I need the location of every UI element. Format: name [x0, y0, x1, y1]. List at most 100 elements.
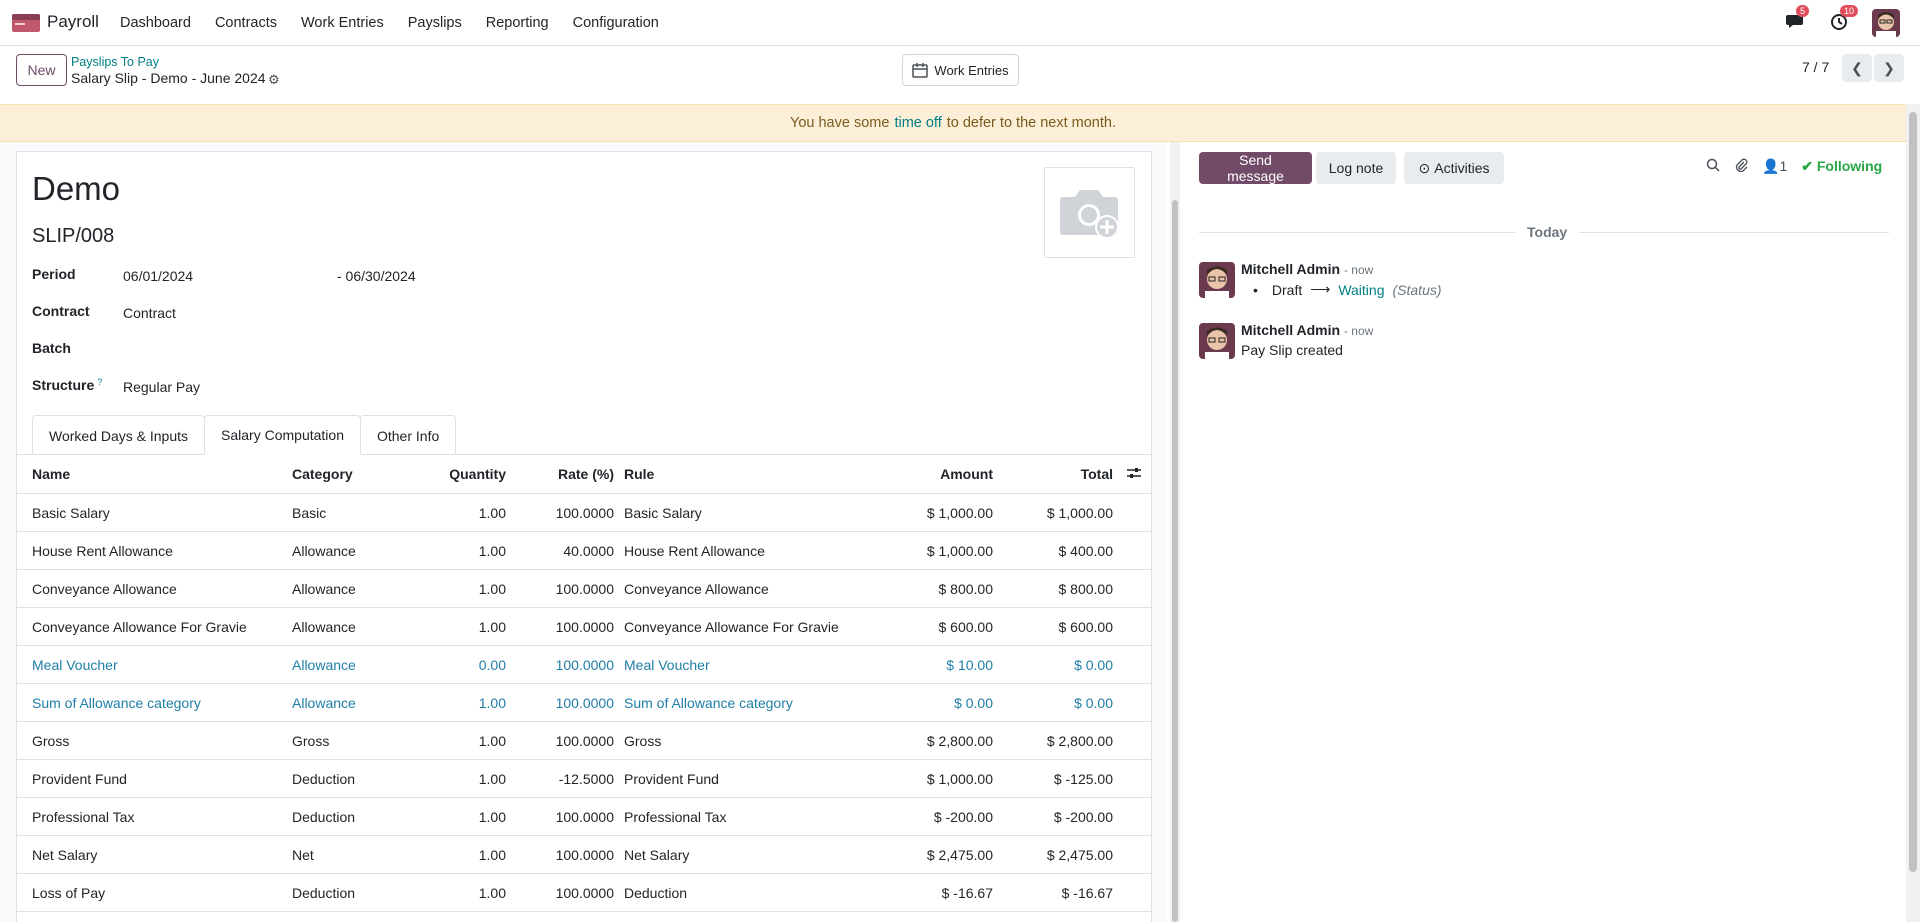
cell-category: Deduction [292, 808, 356, 825]
time-off-link[interactable]: time off [894, 115, 941, 131]
cell-category: Allowance [292, 580, 356, 597]
cell-total: $ 2,475.00 [1046, 846, 1113, 863]
tab-worked-days-inputs[interactable]: Worked Days & Inputs [32, 415, 206, 455]
activities-button[interactable]: ⊙ Activities [1404, 152, 1504, 184]
tab-other-info[interactable]: Other Info [359, 415, 457, 455]
cell-category: Allowance [292, 656, 356, 673]
cell-quantity: 1.00 [478, 504, 506, 521]
table-row[interactable]: House Rent Allowance Allowance 1.00 40.0000… [16, 532, 1151, 570]
cell-category: Basic [292, 504, 327, 521]
contract-field[interactable]: Contract [123, 305, 176, 321]
author-name: Mitchell Admin [1241, 322, 1341, 338]
control-panel: New Payslips To Pay Salary Slip - Demo -… [0, 46, 1920, 104]
cell-quantity: 1.00 [478, 732, 506, 749]
col-category-header[interactable]: Category [292, 466, 353, 482]
cell-name: Provident Fund [32, 770, 127, 787]
messaging-button[interactable]: 5 [1786, 4, 1810, 34]
paperclip-icon[interactable] [1734, 158, 1748, 175]
cell-total: $ 0.00 [1074, 656, 1113, 673]
user-avatar[interactable] [1872, 9, 1900, 37]
cell-rate: 100.0000 [555, 504, 614, 521]
employee-photo[interactable] [1044, 167, 1135, 258]
search-icon[interactable] [1706, 158, 1720, 175]
table-row[interactable]: Gross Gross 1.00 100.0000 Gross $ 2,800.00 $ 2… [16, 722, 1151, 760]
cell-quantity: 1.00 [478, 580, 506, 597]
col-name-header[interactable]: Name [32, 466, 70, 482]
message-author[interactable]: Mitchell Admin - now [1241, 261, 1373, 277]
col-amount-header[interactable]: Amount [940, 466, 993, 482]
pager-previous-button[interactable]: ❮ [1842, 54, 1872, 82]
table-row[interactable]: Professional Tax Deduction 1.00 100.0000 Pro… [16, 798, 1151, 836]
cell-rule: Conveyance Allowance For Gravie [624, 618, 839, 635]
following-label: Following [1816, 158, 1883, 174]
cell-rate: 100.0000 [555, 656, 614, 673]
following-button[interactable]: ✔ Following [1801, 158, 1882, 175]
cell-name: Meal Voucher [32, 656, 118, 673]
activities-button[interactable]: 10 [1830, 4, 1859, 34]
table-body: Basic Salary Basic 1.00 100.0000 Basic Salar… [16, 494, 1151, 912]
menu-dashboard[interactable]: Dashboard [108, 15, 203, 31]
menu-payslips[interactable]: Payslips [396, 15, 474, 31]
cell-category: Deduction [292, 770, 356, 787]
help-tooltip-icon[interactable]: ? [97, 377, 102, 387]
gear-icon[interactable]: ⚙ [268, 72, 280, 88]
col-total-header[interactable]: Total [1081, 466, 1113, 482]
table-row[interactable]: Net Salary Net 1.00 100.0000 Net Salary $ 2,4… [16, 836, 1151, 874]
followers-button[interactable]: 👤1 [1762, 158, 1787, 175]
message-author[interactable]: Mitchell Admin - now [1241, 322, 1373, 338]
menu-contracts[interactable]: Contracts [203, 15, 289, 31]
employee-name[interactable]: Demo [32, 170, 120, 208]
message-avatar[interactable] [1199, 262, 1235, 298]
cell-total: $ 800.00 [1058, 580, 1114, 597]
cell-quantity: 1.00 [478, 618, 506, 635]
message-time: - now [1343, 263, 1374, 277]
main-menu: Dashboard Contracts Work Entries Payslip… [108, 0, 671, 46]
menu-work-entries[interactable]: Work Entries [289, 15, 396, 31]
slip-number[interactable]: SLIP/008 [32, 225, 114, 248]
table-row[interactable]: Provident Fund Deduction 1.00 -12.5000 Provi… [16, 760, 1151, 798]
menu-configuration[interactable]: Configuration [561, 15, 671, 31]
form-scrollbar-thumb[interactable] [1172, 200, 1178, 922]
tab-salary-computation[interactable]: Salary Computation [204, 415, 361, 455]
table-row[interactable]: Loss of Pay Deduction 1.00 100.0000 Deductio… [16, 874, 1151, 912]
cell-amount: $ 1,000.00 [926, 770, 993, 787]
chevron-left-icon: ❮ [1851, 59, 1863, 76]
pager-next-button[interactable]: ❯ [1874, 54, 1904, 82]
menu-reporting[interactable]: Reporting [474, 15, 561, 31]
cell-amount: $ 600.00 [938, 618, 994, 635]
optional-columns-toggle[interactable] [1127, 466, 1141, 482]
period-from-field[interactable]: 06/01/2024 [123, 268, 193, 284]
calendar-icon [912, 63, 929, 78]
table-row[interactable]: Meal Voucher Allowance 0.00 100.0000 Meal Vo… [16, 646, 1151, 684]
col-quantity-header[interactable]: Quantity [449, 466, 506, 482]
col-rule-header[interactable]: Rule [624, 466, 654, 482]
payroll-app-icon[interactable] [12, 14, 40, 32]
send-message-button[interactable]: Send message [1199, 152, 1312, 184]
breadcrumb-parent-link[interactable]: Payslips To Pay [71, 55, 159, 69]
alert-text-after: to defer to the next month. [946, 115, 1116, 131]
log-note-button[interactable]: Log note [1316, 152, 1396, 184]
cell-rule: Deduction [624, 884, 688, 901]
app-name[interactable]: Payroll [47, 12, 99, 32]
pager-value[interactable]: 7 / 7 [1802, 59, 1829, 75]
user-icon: 👤 [1762, 158, 1780, 174]
tracking-value: • Draft ⟶ Waiting (Status) [1253, 281, 1442, 298]
cell-rate: 100.0000 [555, 694, 614, 711]
structure-field[interactable]: Regular Pay [123, 379, 200, 395]
cell-total: $ 2,800.00 [1046, 732, 1113, 749]
cell-rate: 100.0000 [555, 846, 614, 863]
period-to-field[interactable]: - 06/30/2024 [337, 268, 416, 284]
message-avatar[interactable] [1199, 323, 1235, 359]
batch-field[interactable] [123, 342, 423, 360]
new-button[interactable]: New [16, 54, 67, 86]
table-row[interactable]: Basic Salary Basic 1.00 100.0000 Basic Salar… [16, 494, 1151, 532]
chevron-right-icon: ❯ [1883, 59, 1895, 76]
col-rate-header[interactable]: Rate (%) [558, 466, 614, 482]
cell-rule: Provident Fund [624, 770, 719, 787]
table-row[interactable]: Sum of Allowance category Allowance 1.00 10… [16, 684, 1151, 722]
table-row[interactable]: Conveyance Allowance For Gravie Allowance… [16, 608, 1151, 646]
cell-amount: $ 10.00 [946, 656, 993, 673]
table-row[interactable]: Conveyance Allowance Allowance 1.00 100.000… [16, 570, 1151, 608]
work-entries-button[interactable]: Work Entries [902, 54, 1019, 86]
page-scrollbar-thumb[interactable] [1909, 112, 1917, 872]
